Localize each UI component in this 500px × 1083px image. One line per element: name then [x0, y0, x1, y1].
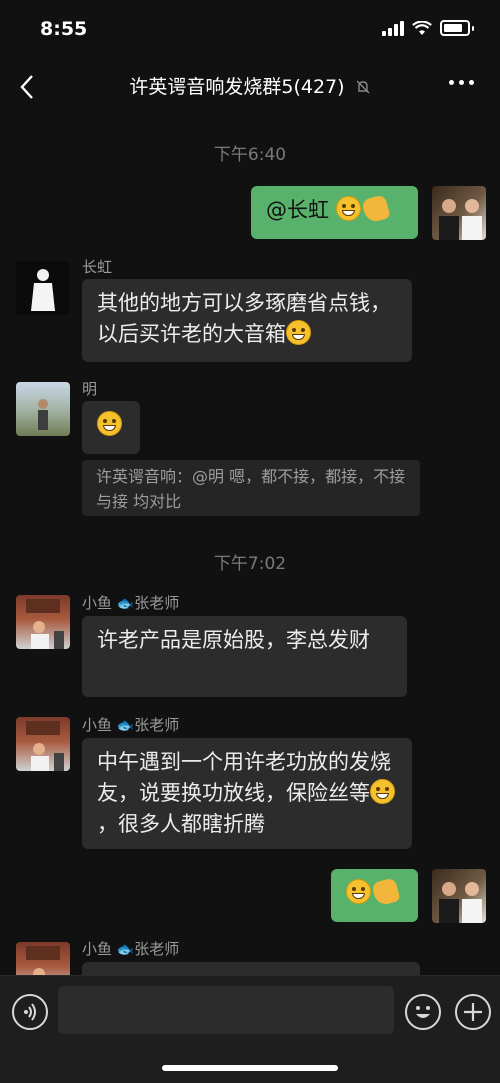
group-title[interactable]: 许英谔音响发烧群5(427): [0, 72, 500, 99]
status-time: 8:55: [40, 18, 88, 40]
timestamp: 下午6:40: [213, 145, 287, 165]
status-icons: [382, 20, 474, 36]
message-bubble[interactable]: 其他的地方可以多琢磨省点钱，以后买许老的大音箱: [82, 279, 412, 362]
message-bubble[interactable]: [82, 962, 420, 975]
avatar-xiaoyu[interactable]: [16, 942, 70, 975]
timestamp: 下午7:02: [213, 554, 287, 574]
message-bubble-self[interactable]: @长虹: [251, 186, 418, 239]
fish-icon: 🐟: [116, 596, 135, 612]
avatar-self[interactable]: [432, 186, 486, 240]
wifi-icon: [412, 20, 432, 35]
message-bubble[interactable]: 许老产品是原始股，李总发财: [82, 616, 407, 697]
grin-emoji-icon: [286, 320, 311, 345]
signal-icon: [382, 20, 404, 36]
bell-slash-icon: [356, 80, 370, 94]
message-bubble[interactable]: [82, 401, 140, 454]
sender-name: 明: [82, 380, 98, 398]
grin-emoji-icon: [346, 879, 371, 904]
fish-icon: 🐟: [116, 942, 135, 958]
chat-area[interactable]: 下午6:40 @长虹 长虹 其他的地方可以多琢磨省点钱，以后买许老的大音箱 明 …: [0, 120, 500, 975]
avatar-self[interactable]: [432, 869, 486, 923]
thumbs-up-icon: [360, 194, 391, 224]
status-bar: 8:55: [0, 0, 500, 60]
avatar-xiaoyu[interactable]: [16, 595, 70, 649]
message-input[interactable]: [58, 986, 394, 1034]
sender-name: 长虹: [82, 258, 113, 276]
sender-name: 小鱼 🐟张老师: [82, 940, 180, 958]
avatar-changhong[interactable]: [16, 261, 70, 315]
chat-header: 许英谔音响发烧群5(427): [0, 60, 500, 110]
input-bar: [0, 975, 500, 1083]
avatar-ming[interactable]: [16, 382, 70, 436]
group-title-text: 许英谔音响发烧群5(427): [129, 76, 345, 98]
emoji-icon[interactable]: [405, 994, 441, 1030]
home-indicator: [162, 1065, 338, 1071]
plus-icon[interactable]: [455, 994, 491, 1030]
quote-reply[interactable]: 许英谔音响：@明 嗯，都不接，都接，不接与接 均对比: [82, 460, 420, 516]
voice-icon[interactable]: [12, 994, 48, 1030]
grin-emoji-icon: [97, 411, 122, 436]
grin-emoji-icon: [370, 779, 395, 804]
more-dots-icon[interactable]: [449, 80, 474, 85]
avatar-xiaoyu[interactable]: [16, 717, 70, 771]
battery-icon: [440, 20, 470, 36]
sender-name: 小鱼 🐟张老师: [82, 716, 180, 734]
sender-name: 小鱼 🐟张老师: [82, 594, 180, 612]
fish-icon: 🐟: [116, 718, 135, 734]
ok-hand-icon: [371, 877, 401, 907]
emoji-icon: [335, 196, 361, 221]
message-bubble[interactable]: 中午遇到一个用许老功放的发烧友，说要换功放线，保险丝等，很多人都瞎折腾: [82, 738, 412, 849]
message-bubble-self[interactable]: [331, 869, 418, 922]
